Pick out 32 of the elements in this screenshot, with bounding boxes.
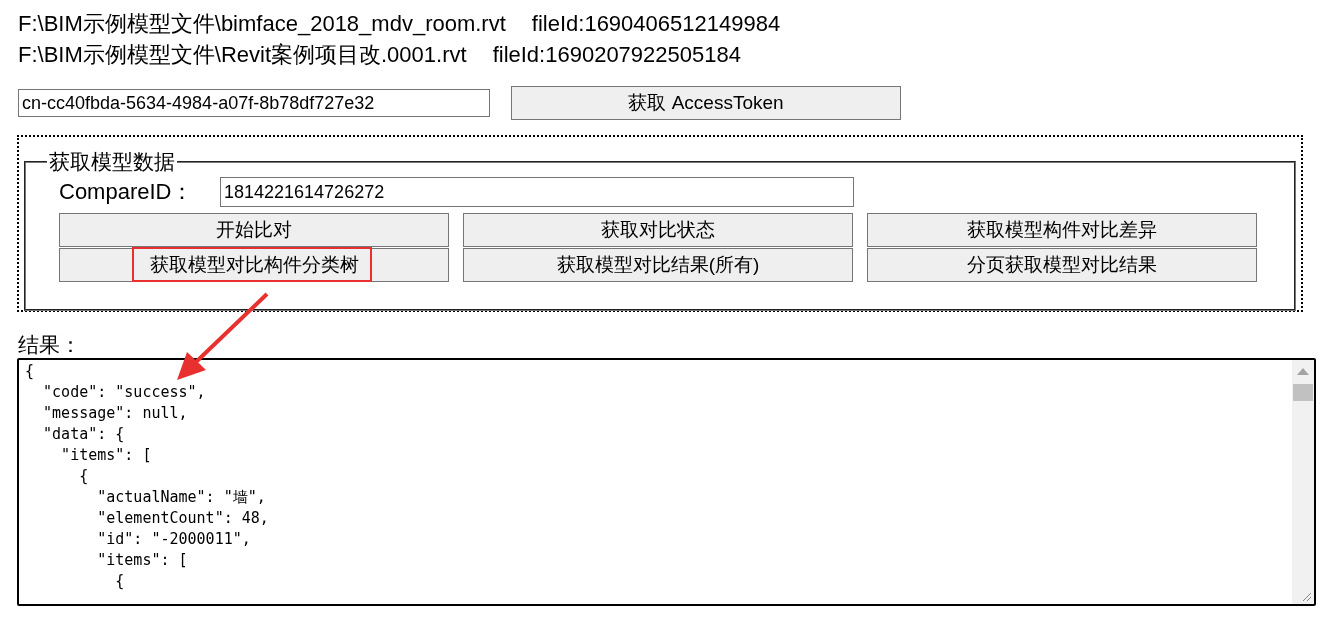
- file-path: F:\BIM示例模型文件\bimface_2018_mdv_room.rvt: [18, 11, 506, 36]
- code-line: "code": "success",: [42, 382, 207, 403]
- code-line: "items": [: [96, 550, 189, 571]
- file-id: fileId:1690207922505184: [492, 42, 741, 67]
- result-label: 结果：: [18, 332, 82, 358]
- code-line: "actualName": "墙",: [96, 487, 267, 508]
- code-line: "elementCount": 48,: [96, 508, 270, 529]
- file-path: F:\BIM示例模型文件\Revit案例项目改.0001.rvt: [18, 42, 467, 67]
- resize-grip-icon[interactable]: [1300, 590, 1312, 602]
- action-button[interactable]: 开始比对: [59, 213, 449, 247]
- code-line: "id": "-2000011",: [96, 529, 252, 550]
- code-line: "items": [: [60, 445, 153, 466]
- code-line: "message": null,: [42, 403, 189, 424]
- result-textarea[interactable]: { "code": "success", "message": null, "data": { "items": [ { "actualName": "墙", "elementCount": 48, "id": "-2000011", "items": [ {: [17, 358, 1316, 606]
- action-button[interactable]: 获取模型构件对比差异: [867, 213, 1257, 247]
- action-button[interactable]: 分页获取模型对比结果: [867, 248, 1257, 282]
- action-button[interactable]: 获取模型对比结果(所有): [463, 248, 853, 282]
- access-token-button[interactable]: 获取 AccessToken: [511, 86, 901, 120]
- compare-id-field[interactable]: 1814221614726272: [220, 177, 854, 207]
- action-button[interactable]: 获取模型对比构件分类树: [59, 248, 449, 282]
- file-id: fileId:1690406512149984: [531, 11, 781, 36]
- scrollbar[interactable]: [1292, 360, 1314, 604]
- action-button[interactable]: 获取对比状态: [463, 213, 853, 247]
- scroll-up-icon[interactable]: [1297, 368, 1309, 375]
- scroll-thumb[interactable]: [1293, 384, 1313, 401]
- token-field[interactable]: cn-cc40fbda-5634-4984-a07f-8b78df727e32: [18, 89, 490, 117]
- code-line: {: [114, 571, 126, 592]
- code-line: {: [78, 466, 90, 487]
- code-line: "data": {: [42, 424, 126, 445]
- fieldset-legend: 获取模型数据: [47, 151, 177, 173]
- compare-id-label: CompareID：: [59, 178, 195, 206]
- code-line: {: [25, 361, 36, 382]
